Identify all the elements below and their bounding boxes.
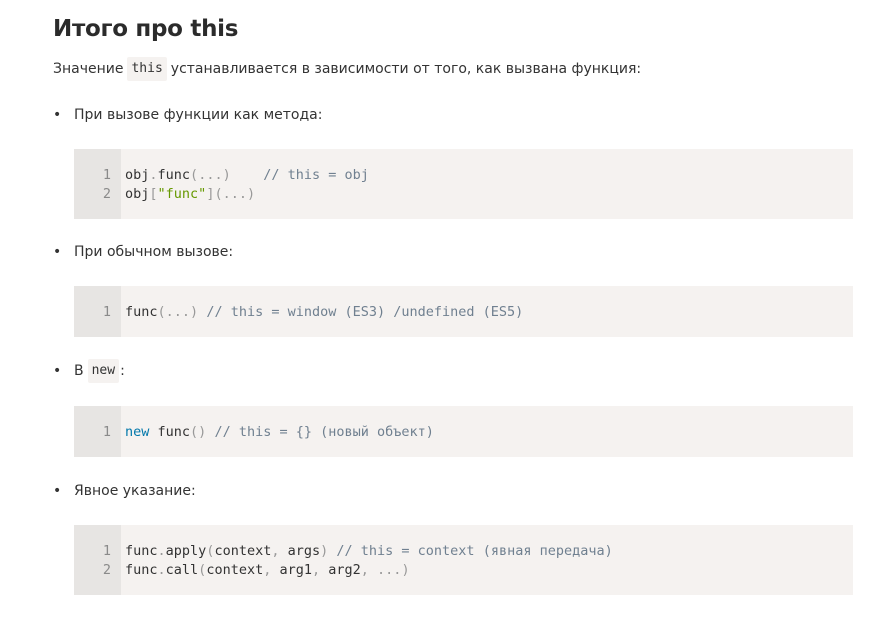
code-line: obj.func(...) // this = obj bbox=[125, 166, 369, 185]
intro-paragraph: Значение this устанавливается в зависимо… bbox=[53, 57, 853, 81]
code-line: func(...) // this = window (ES3) /undefi… bbox=[125, 303, 523, 322]
line-number: 1 bbox=[102, 424, 111, 440]
code-token: // this = obj bbox=[230, 167, 369, 183]
bullet-method-call: • При вызове функции как метода: bbox=[53, 103, 853, 127]
intro-inline-code: this bbox=[127, 57, 167, 81]
code-token: context bbox=[206, 562, 264, 578]
line-number: 2 bbox=[102, 186, 111, 202]
code-token: ... bbox=[222, 186, 247, 202]
line-number: 2 bbox=[102, 562, 111, 578]
code-token: . bbox=[149, 167, 158, 183]
bullet-text-after: : bbox=[120, 363, 125, 379]
code-token: arg1 bbox=[271, 562, 312, 578]
bullet-dot: • bbox=[53, 363, 62, 379]
code-token: obj bbox=[125, 186, 150, 202]
code-token: call bbox=[165, 562, 199, 578]
code-token: ) bbox=[246, 186, 256, 202]
code-token: func bbox=[157, 167, 191, 183]
line-numbers: 12 bbox=[74, 525, 121, 595]
bullet-plain-call: • При обычном вызове: bbox=[53, 240, 853, 264]
code-block-explicit-call[interactable]: 12 func.apply(context, args) // this = c… bbox=[74, 525, 853, 595]
bullet-inline-code: new bbox=[87, 359, 120, 383]
code-token: func bbox=[125, 304, 158, 320]
code-token: ... bbox=[165, 304, 191, 320]
code-block-plain-call[interactable]: 1 func(...) // this = window (ES3) /unde… bbox=[74, 286, 853, 337]
line-numbers: 12 bbox=[74, 149, 121, 219]
code-token: func bbox=[125, 543, 158, 559]
code-line: func.apply(context, args) // this = cont… bbox=[125, 542, 613, 561]
code-lines: new func() // this = {} (новый объект) bbox=[121, 406, 434, 457]
bullet-dot: • bbox=[53, 244, 62, 260]
code-token: ( bbox=[190, 424, 199, 440]
code-lines: obj.func(...) // this = obj obj["func"](.… bbox=[121, 149, 369, 219]
line-number: 1 bbox=[102, 543, 111, 559]
line-number: 1 bbox=[102, 167, 111, 183]
code-token: ) bbox=[222, 167, 231, 183]
code-token: , bbox=[312, 562, 321, 578]
line-number: 1 bbox=[102, 304, 111, 320]
code-block-new-call[interactable]: 1 new func() // this = {} (новый объект) bbox=[74, 406, 853, 457]
code-token: func bbox=[149, 424, 191, 440]
code-token: ( bbox=[190, 167, 199, 183]
code-lines: func(...) // this = window (ES3) /undefi… bbox=[121, 286, 523, 337]
code-token: func bbox=[125, 562, 158, 578]
line-numbers: 1 bbox=[74, 406, 121, 457]
intro-text-after: устанавливается в зависимости от того, к… bbox=[170, 61, 642, 77]
bullet-dot: • bbox=[53, 483, 62, 499]
code-token: . bbox=[157, 562, 166, 578]
code-line: obj["func"](...) bbox=[125, 185, 369, 204]
code-token: args bbox=[279, 543, 321, 559]
code-token: "func" bbox=[157, 186, 207, 202]
code-token: // this = {} (новый объект) bbox=[206, 424, 434, 440]
code-token: , bbox=[360, 562, 369, 578]
code-token: new bbox=[125, 424, 150, 440]
code-token: ) bbox=[401, 562, 410, 578]
code-token: ( bbox=[157, 304, 166, 320]
bullet-text: В bbox=[74, 363, 84, 379]
code-token: context bbox=[214, 543, 272, 559]
article-content: Итого про this Значение this устанавлива… bbox=[53, 0, 853, 595]
code-token: apply bbox=[165, 543, 207, 559]
code-token: . bbox=[157, 543, 166, 559]
code-token: ... bbox=[368, 562, 402, 578]
code-line: new func() // this = {} (новый объект) bbox=[125, 423, 434, 442]
code-token: // this = window (ES3) /undefined (ES5) bbox=[198, 304, 524, 320]
code-token: [ bbox=[149, 186, 158, 202]
code-token: arg2 bbox=[320, 562, 361, 578]
code-token: ... bbox=[198, 167, 223, 183]
page-title: Итого про this bbox=[53, 16, 239, 42]
bullet-explicit-call: • Явное указание: bbox=[53, 479, 853, 503]
bullet-text: При вызове функции как метода: bbox=[74, 107, 323, 123]
code-token: ( bbox=[214, 186, 223, 202]
code-token: // this = context (явная передача) bbox=[328, 543, 613, 559]
bullet-text: Явное указание: bbox=[74, 483, 196, 499]
code-token: obj bbox=[125, 167, 150, 183]
bullet-dot: • bbox=[53, 107, 62, 123]
code-lines: func.apply(context, args) // this = cont… bbox=[121, 525, 613, 595]
code-line: func.call(context, arg1, arg2, ...) bbox=[125, 561, 613, 580]
bullet-text: При обычном вызове: bbox=[74, 244, 234, 260]
code-block-method-call[interactable]: 12 obj.func(...) // this = obj obj["func"… bbox=[74, 149, 853, 219]
bullet-new-call: • В new : bbox=[53, 359, 853, 383]
code-token: ) bbox=[190, 304, 199, 320]
intro-text-before: Значение bbox=[53, 61, 124, 77]
line-numbers: 1 bbox=[74, 286, 121, 337]
